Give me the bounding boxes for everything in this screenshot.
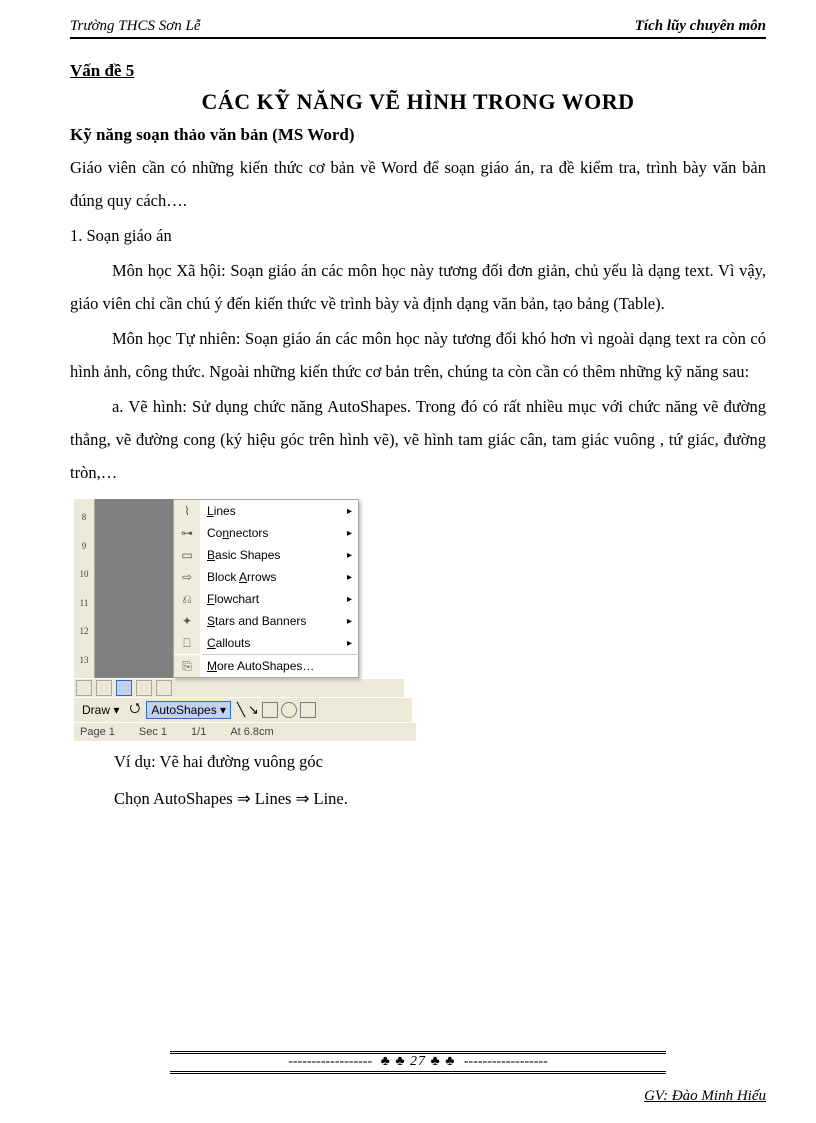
menu-item-basic-shapes[interactable]: ▭ Basic Shapes ▸	[174, 544, 358, 566]
drawing-toolbar: Draw ▾ ⭯ AutoShapes ▾ ╲ ↘	[74, 697, 412, 722]
autoshapes-button[interactable]: AutoShapes ▾	[146, 701, 231, 719]
status-pages: 1/1	[191, 726, 206, 738]
basic-shapes-icon: ▭	[174, 544, 201, 566]
word-autoshapes-screenshot: 13 12 11 10 9 8 ⌇ Lines ▸ ⊶ Connectors ▸	[74, 499, 404, 741]
chevron-right-icon: ▸	[347, 506, 352, 517]
block-arrows-icon: ⇨	[174, 566, 201, 588]
more-shapes-icon: ⎘	[174, 655, 201, 677]
status-page: Page 1	[80, 726, 115, 738]
stars-icon: ✦	[174, 610, 201, 632]
status-bar: Page 1 Sec 1 1/1 At 6.8cm	[74, 722, 416, 741]
flowchart-icon: ⎌	[174, 588, 201, 610]
view-icon[interactable]	[76, 680, 92, 696]
view-icon[interactable]	[156, 680, 172, 696]
paragraph-xahoi: Môn học Xã hội: Soạn giáo án các môn học…	[70, 254, 766, 320]
section-1: 1. Soạn giáo án	[70, 219, 766, 252]
menu-item-more-autoshapes[interactable]: ⎘ More AutoShapes…	[174, 655, 358, 677]
subtitle: Kỹ năng soạn thảo văn bản (MS Word)	[70, 125, 766, 145]
vertical-ruler: 13 12 11 10 9 8	[74, 499, 95, 678]
chevron-right-icon: ▸	[347, 528, 352, 539]
view-icon[interactable]	[116, 680, 132, 696]
draw-menu-button[interactable]: Draw ▾	[78, 702, 123, 718]
callouts-icon: ⎕	[174, 632, 201, 654]
page-title: CÁC KỸ NĂNG VẼ HÌNH TRONG WORD	[70, 89, 766, 115]
page-number: 27	[410, 1054, 426, 1069]
status-sec: Sec 1	[139, 726, 167, 738]
example-1: Ví dụ: Vẽ hai đường vuông góc	[114, 745, 766, 778]
pointer-icon[interactable]: ⭯	[129, 699, 140, 721]
header-right: Tích lũy chuyên môn	[635, 18, 766, 35]
lines-icon: ⌇	[174, 500, 201, 522]
arrow-tool-icon[interactable]: ↘	[248, 702, 259, 718]
document-canvas	[95, 499, 173, 678]
view-icon[interactable]	[96, 680, 112, 696]
menu-item-flowchart[interactable]: ⎌ Flowchart ▸	[174, 588, 358, 610]
menu-item-lines[interactable]: ⌇ Lines ▸	[174, 500, 358, 522]
view-icon[interactable]	[136, 680, 152, 696]
menu-item-callouts[interactable]: ⎕ Callouts ▸	[174, 632, 358, 654]
chevron-right-icon: ▸	[347, 572, 352, 583]
page-footer: ♣ ♣ 27 ♣ ♣ GV: Đào Minh Hiếu	[70, 1051, 766, 1105]
paragraph-intro: Giáo viên cần có những kiến thức cơ bản …	[70, 151, 766, 217]
menu-item-connectors[interactable]: ⊶ Connectors ▸	[174, 522, 358, 544]
view-icon-bar	[74, 678, 404, 697]
connectors-icon: ⊶	[174, 522, 201, 544]
topic-label: Vấn đề 5	[70, 61, 766, 81]
menu-item-block-arrows[interactable]: ⇨ Block Arrows ▸	[174, 566, 358, 588]
chevron-right-icon: ▸	[347, 638, 352, 649]
paragraph-vehinh: a. Vẽ hình: Sử dụng chức năng AutoShapes…	[70, 390, 766, 489]
chevron-right-icon: ▸	[347, 550, 352, 561]
menu-item-stars-banners[interactable]: ✦ Stars and Banners ▸	[174, 610, 358, 632]
autoshapes-menu: ⌇ Lines ▸ ⊶ Connectors ▸ ▭ Basic Shapes …	[173, 499, 359, 678]
header-left: Trường THCS Sơn Lễ	[70, 18, 200, 35]
chevron-right-icon: ▸	[347, 594, 352, 605]
chevron-right-icon: ▸	[347, 616, 352, 627]
textbox-tool-icon[interactable]	[300, 702, 316, 718]
rect-tool-icon[interactable]	[262, 702, 278, 718]
page-header: Trường THCS Sơn Lễ Tích lũy chuyên môn	[70, 18, 766, 39]
paragraph-tunhien: Môn học Tự nhiên: Soạn giáo án các môn h…	[70, 322, 766, 388]
footer-author: GV: Đào Minh Hiếu	[70, 1088, 766, 1105]
footer-decoration: ♣ ♣ 27 ♣ ♣	[284, 1054, 552, 1069]
oval-tool-icon[interactable]	[281, 702, 297, 718]
example-2: Chọn AutoShapes ⇒ Lines ⇒ Line.	[114, 782, 766, 815]
line-tool-icon[interactable]: ╲	[237, 702, 245, 718]
status-at: At 6.8cm	[230, 726, 273, 738]
